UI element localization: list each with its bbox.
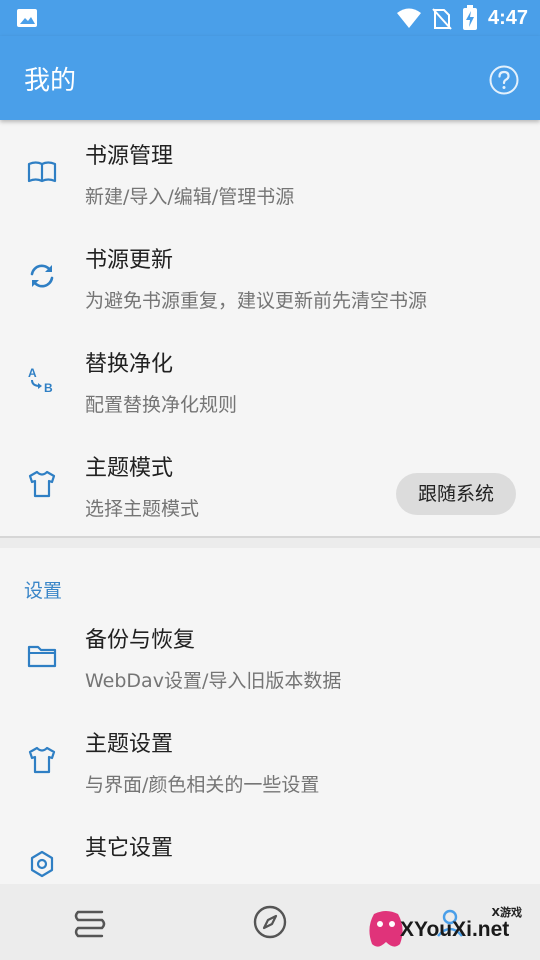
- svg-text:A: A: [28, 366, 37, 380]
- menu-item-book-source-update[interactable]: 书源更新 为避免书源重复，建议更新前先清空书源: [0, 224, 540, 328]
- sync-icon: [30, 264, 54, 288]
- battery-charging-icon: [462, 5, 477, 30]
- menu-item-replace-purify[interactable]: A B 替换净化 配置替换净化规则: [0, 328, 540, 432]
- item-subtitle: 配置替换净化规则: [85, 394, 238, 416]
- section-gap: [0, 538, 540, 548]
- item-title: 备份与恢复: [85, 628, 196, 653]
- menu-item-other-settings[interactable]: 其它设置: [0, 812, 540, 884]
- page-title: 我的: [24, 66, 77, 96]
- svg-text:B: B: [44, 381, 53, 395]
- book-open-icon: [27, 161, 57, 183]
- tshirt-icon: [28, 470, 56, 498]
- app-bar: 我的: [0, 36, 540, 120]
- folder-icon: [27, 645, 57, 668]
- item-title: 主题模式: [85, 456, 174, 481]
- item-subtitle: 选择主题模式: [85, 498, 200, 520]
- bookshelf-icon[interactable]: [72, 904, 108, 940]
- image-notification-icon: [17, 9, 37, 27]
- menu-item-book-source-manage[interactable]: 书源管理 新建/导入/编辑/管理书源: [0, 120, 540, 224]
- help-circle-icon[interactable]: [488, 64, 520, 96]
- status-bar: 4:47: [0, 0, 540, 36]
- item-title: 书源管理: [85, 144, 174, 169]
- item-title: 其它设置: [85, 836, 174, 861]
- menu-item-theme-settings[interactable]: 主题设置 与界面/颜色相关的一些设置: [0, 708, 540, 812]
- item-subtitle: 为避免书源重复，建议更新前先清空书源: [85, 290, 428, 312]
- replace-ab-icon: A B: [28, 366, 53, 395]
- hexagon-settings-icon: [30, 850, 54, 878]
- compass-icon[interactable]: [252, 904, 288, 940]
- watermark-logo: X游戏 XYouXi.net: [366, 900, 536, 956]
- watermark-text: XYouXi.net: [400, 918, 510, 941]
- item-title: 主题设置: [85, 732, 174, 757]
- tshirt-icon: [28, 746, 56, 774]
- item-title: 替换净化: [85, 352, 174, 377]
- main-list: 书源管理 新建/导入/编辑/管理书源 书源更新 为避免书源重复，建议更新前先清空…: [0, 120, 540, 884]
- item-subtitle: WebDav设置/导入旧版本数据: [85, 670, 342, 692]
- item-subtitle: 新建/导入/编辑/管理书源: [85, 186, 295, 208]
- item-title: 书源更新: [85, 248, 174, 273]
- item-subtitle: 与界面/颜色相关的一些设置: [85, 774, 320, 796]
- no-sim-icon: [432, 8, 452, 30]
- status-time: 4:47: [487, 6, 528, 29]
- wifi-icon: [396, 8, 421, 28]
- theme-mode-select-button[interactable]: 跟随系统: [396, 473, 516, 515]
- menu-item-theme-mode[interactable]: 主题模式 选择主题模式 跟随系统: [0, 432, 540, 536]
- section-header-settings: 设置: [24, 580, 63, 602]
- menu-item-backup-restore[interactable]: 备份与恢复 WebDav设置/导入旧版本数据: [0, 604, 540, 708]
